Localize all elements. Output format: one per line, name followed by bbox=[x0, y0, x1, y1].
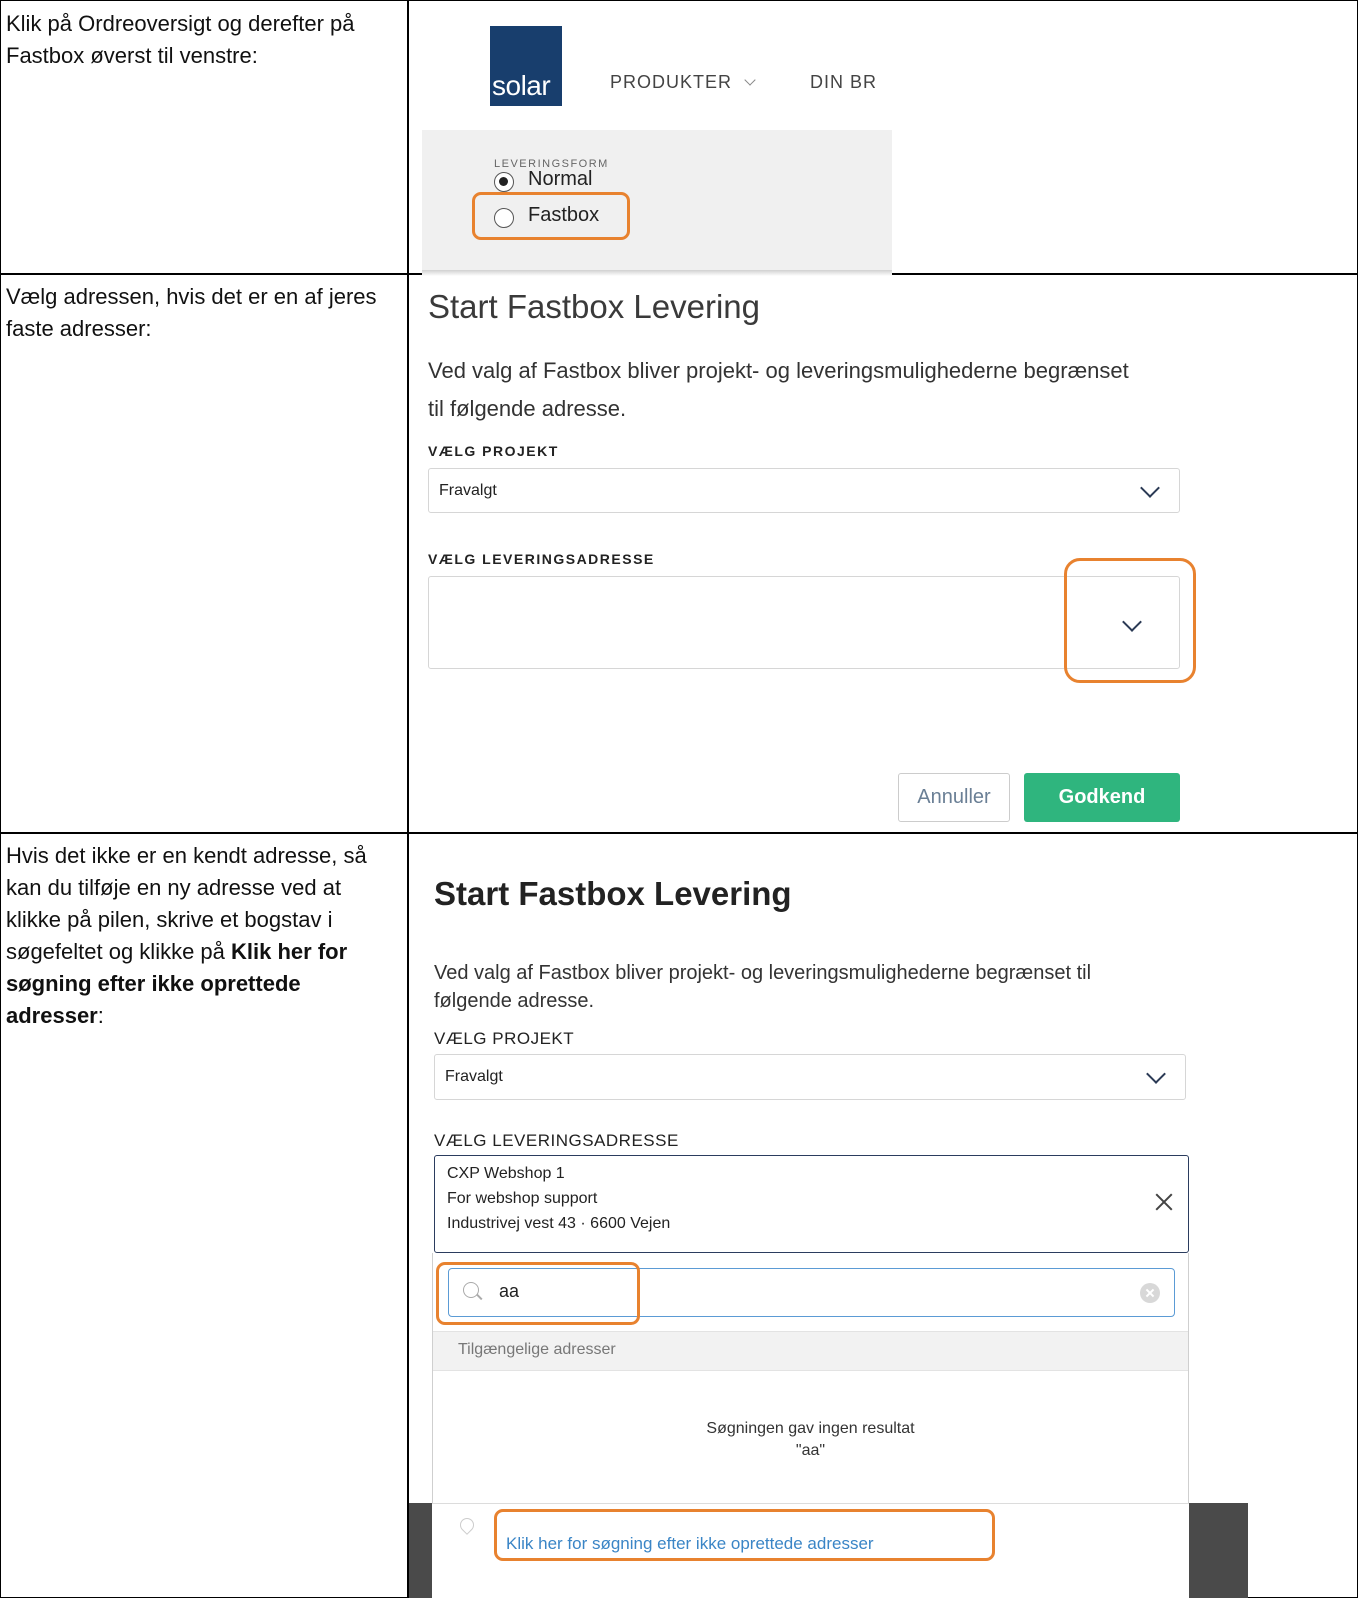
address-label-1: VÆLG LEVERINGSADRESSE bbox=[428, 551, 655, 567]
delivery-panel: LEVERINGSFORM Normal Fastbox bbox=[422, 130, 892, 270]
modal-title-2: Start Fastbox Levering bbox=[434, 875, 792, 912]
no-result-message: Søgningen gav ingen resultat bbox=[706, 1420, 915, 1437]
approve-button[interactable]: Godkend bbox=[1024, 773, 1180, 822]
address-label-2: VÆLG LEVERINGSADRESSE bbox=[434, 1131, 679, 1150]
nav-item-din-br[interactable]: DIN BR bbox=[810, 72, 877, 93]
logo-text: solar bbox=[492, 70, 551, 101]
instruction-2: Vælg adressen, hvis det er en af jeres f… bbox=[6, 284, 377, 341]
address-line-2: For webshop support bbox=[447, 1190, 598, 1207]
project-select-2[interactable]: Fravalgt bbox=[434, 1054, 1186, 1100]
instruction-1: Klik på Ordreoversigt og derefter på Fas… bbox=[6, 11, 355, 68]
available-addresses-label: Tilgængelige adresser bbox=[458, 1341, 616, 1358]
available-addresses-header: Tilgængelige adresser bbox=[433, 1331, 1188, 1371]
address-line-1: CXP Webshop 1 bbox=[447, 1165, 565, 1182]
project-select-value: Fravalgt bbox=[439, 482, 497, 499]
modal-description-1: Ved valg af Fastbox bliver projekt- og l… bbox=[428, 358, 1129, 421]
screenshot-solar-header: solar PRODUKTER DIN BR LEVERINGSFORM Nor… bbox=[422, 8, 892, 276]
cancel-button[interactable]: Annuller bbox=[898, 773, 1010, 822]
highlight-link bbox=[494, 1509, 995, 1561]
no-result-query: "aa" bbox=[795, 1442, 826, 1459]
highlight-fastbox bbox=[472, 192, 630, 240]
clear-icon[interactable] bbox=[1140, 1283, 1160, 1303]
chevron-down-icon bbox=[744, 74, 756, 86]
highlight-search bbox=[436, 1262, 640, 1325]
nav-item-products[interactable]: PRODUKTER bbox=[610, 72, 756, 93]
project-label-2: VÆLG PROJEKT bbox=[434, 1029, 575, 1048]
address-line-3: Industrivej vest 43 · 6600 Vejen bbox=[447, 1215, 671, 1232]
top-navigation: solar PRODUKTER DIN BR bbox=[422, 8, 892, 130]
solar-logo[interactable]: solar bbox=[490, 26, 562, 106]
modal-description-2: Ved valg af Fastbox bliver projekt- og l… bbox=[434, 962, 1092, 1012]
radio-normal[interactable] bbox=[494, 172, 514, 192]
instruction-3-end: : bbox=[97, 1003, 104, 1028]
instruction-3: Hvis det ikke er en kendt adresse, så ka… bbox=[6, 840, 396, 1032]
project-select-1[interactable]: Fravalgt bbox=[428, 468, 1180, 513]
row-divider-2 bbox=[0, 832, 1358, 834]
project-label-1: VÆLG PROJEKT bbox=[428, 443, 559, 459]
chevron-down-icon bbox=[1140, 478, 1160, 498]
location-pin-icon bbox=[457, 1515, 477, 1535]
panel-shadow bbox=[422, 270, 892, 276]
column-divider bbox=[407, 0, 409, 1598]
modal-title-1: Start Fastbox Levering bbox=[428, 288, 760, 325]
nav-item-products-label: PRODUKTER bbox=[610, 72, 733, 92]
close-icon[interactable] bbox=[1154, 1192, 1174, 1212]
project-select-value: Fravalgt bbox=[445, 1068, 503, 1085]
chevron-down-icon bbox=[1146, 1064, 1166, 1084]
selected-address-box[interactable]: CXP Webshop 1 For webshop support Indust… bbox=[434, 1155, 1189, 1253]
highlight-address-chevron bbox=[1064, 558, 1196, 683]
radio-normal-label: Normal bbox=[528, 168, 593, 190]
